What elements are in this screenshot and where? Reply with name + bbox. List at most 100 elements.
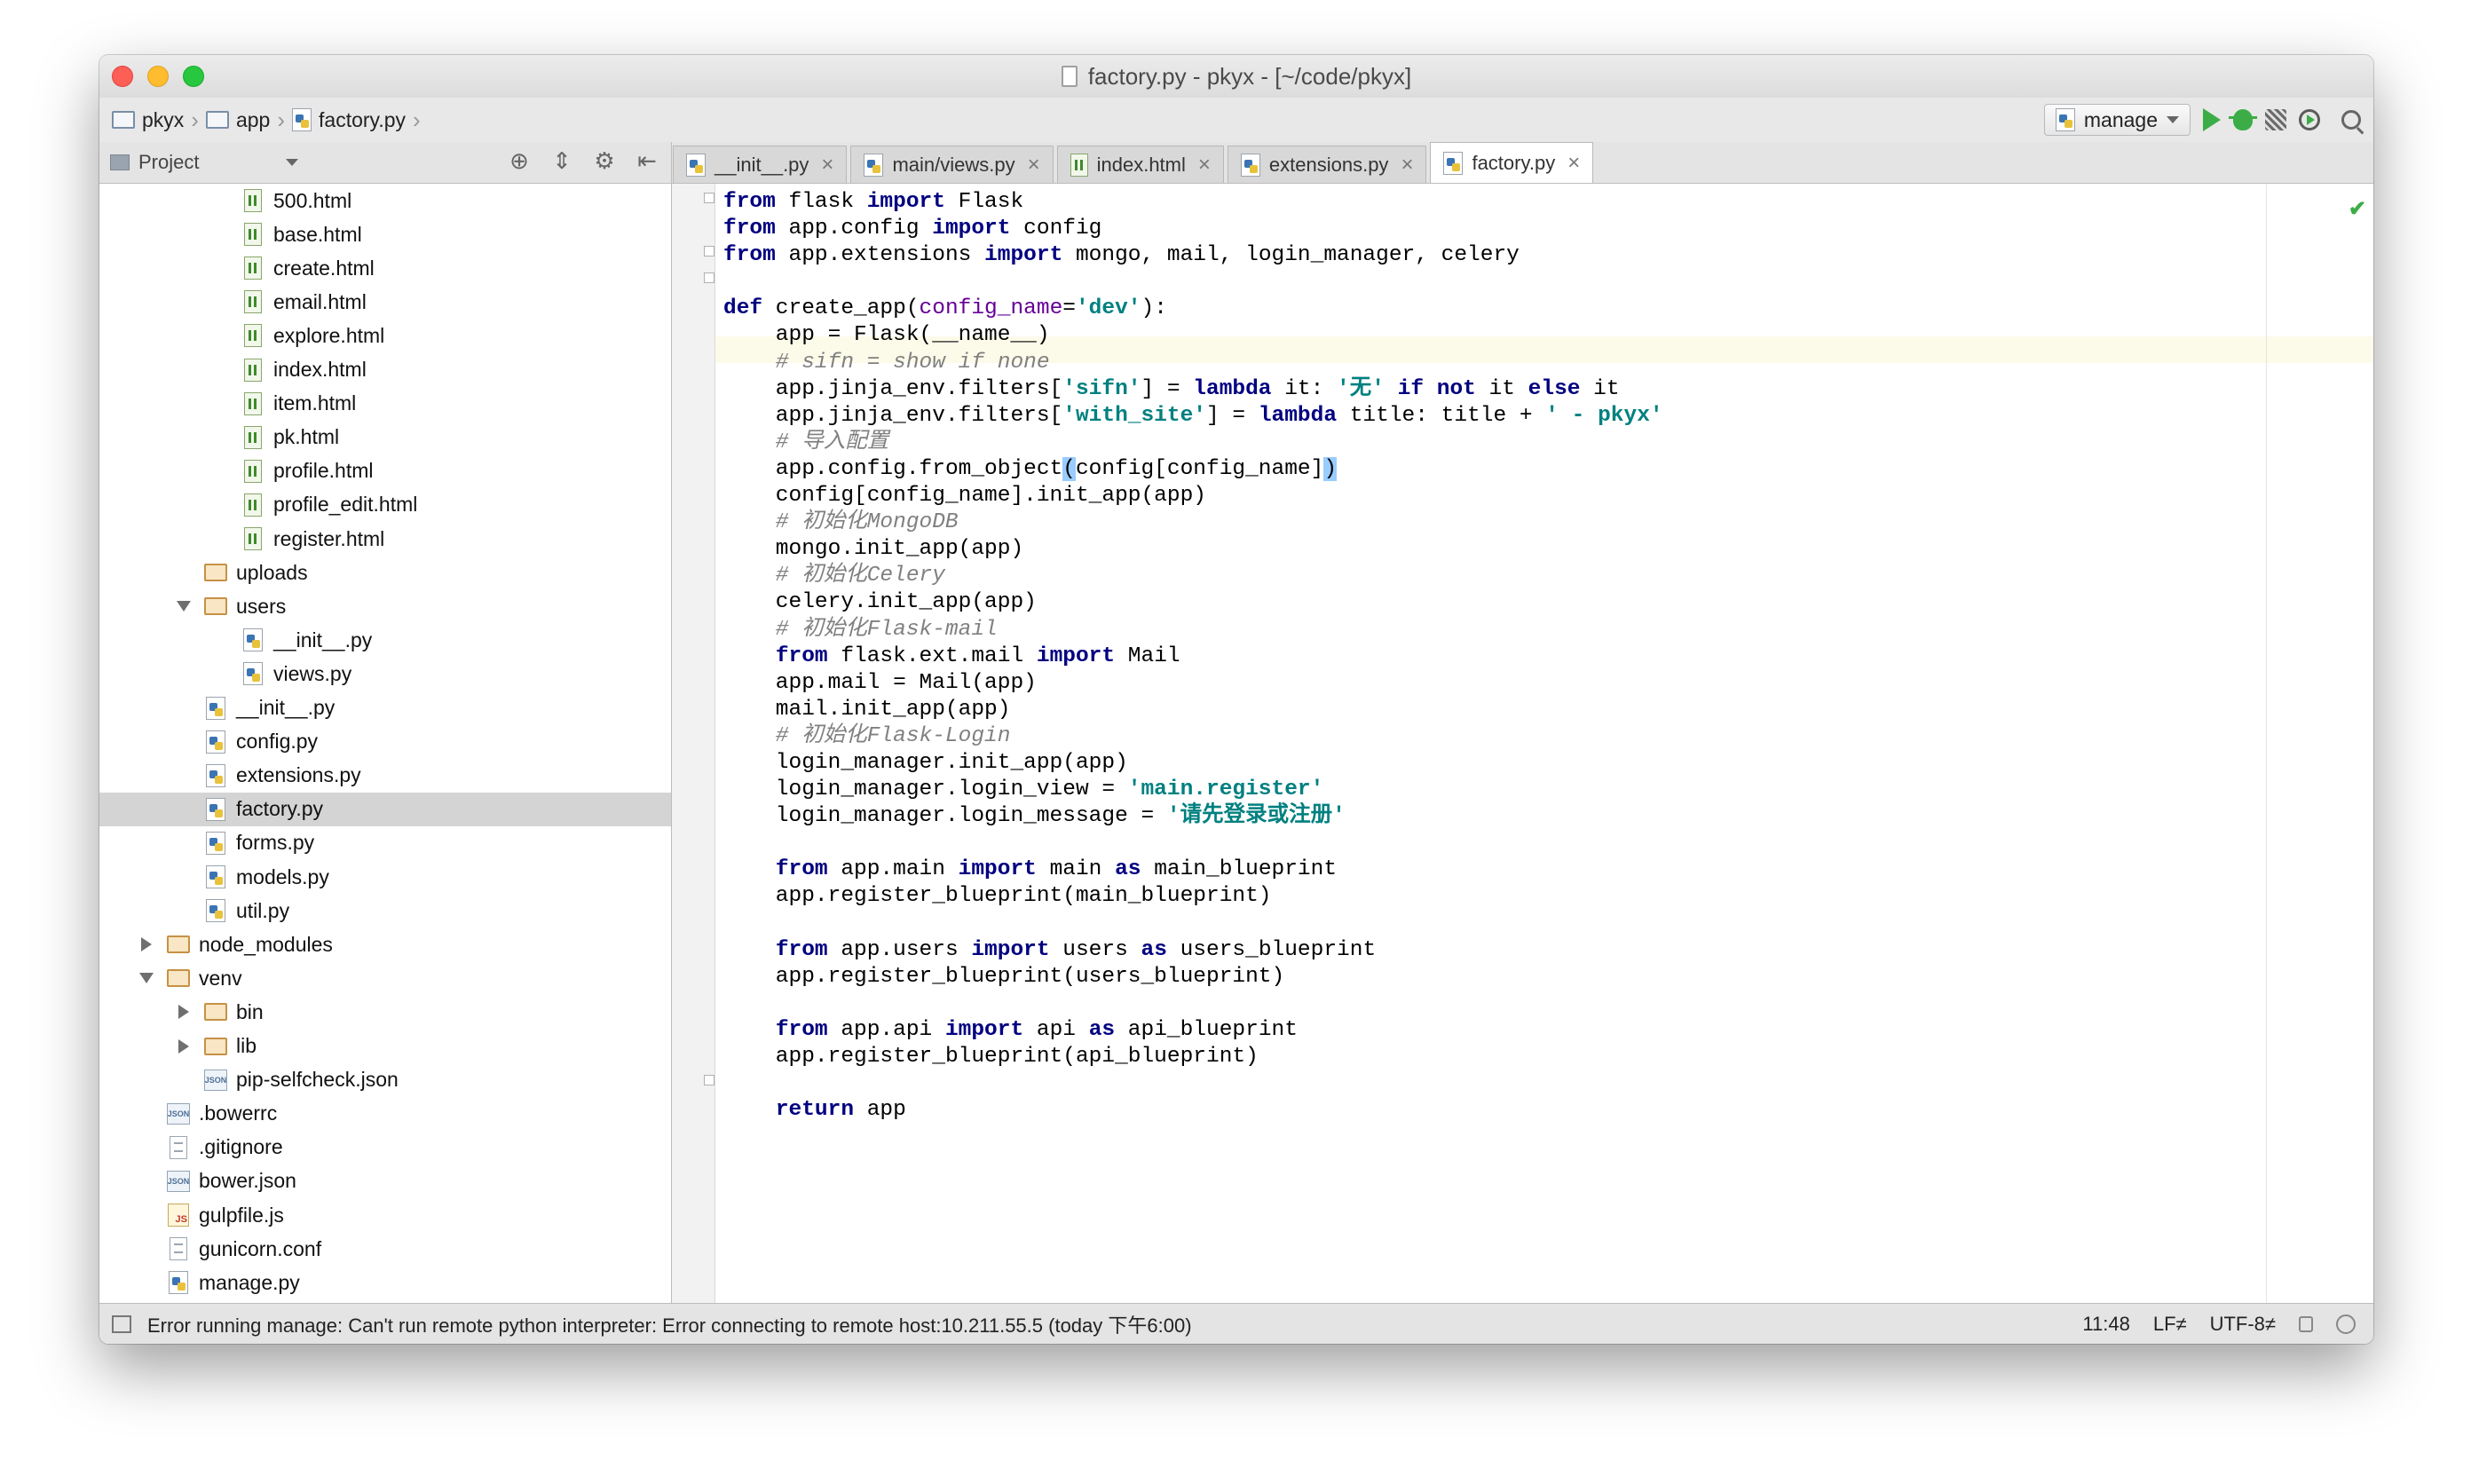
project-view-select[interactable]: Project — [110, 146, 298, 178]
tree-icon-wrap — [165, 1237, 192, 1261]
tree-item[interactable]: manage.py — [99, 1266, 671, 1299]
editor-tab[interactable]: __init__.py × — [673, 146, 848, 183]
code-line: app.config.from_object(config[config_nam… — [723, 456, 1663, 483]
close-window-button[interactable] — [112, 66, 133, 87]
breadcrumb-item[interactable]: factory.py — [292, 108, 406, 132]
fold-marker-icon[interactable] — [704, 272, 714, 283]
tree-item[interactable]: bin — [99, 995, 671, 1029]
python-run-config-icon — [2055, 108, 2075, 131]
zoom-window-button[interactable] — [183, 66, 204, 87]
inspector-icon[interactable] — [2336, 1314, 2356, 1334]
tree-icon-wrap — [202, 564, 229, 582]
expand-arrow-icon[interactable] — [141, 937, 152, 952]
tree-icon-wrap — [240, 527, 266, 550]
close-icon[interactable]: × — [1567, 151, 1580, 176]
run-configuration-select[interactable]: manage — [2043, 104, 2191, 136]
tree-item[interactable]: factory.py — [99, 792, 671, 826]
tree-item-label: node_modules — [199, 932, 333, 956]
scroll-from-source-icon[interactable]: ⊕ — [506, 147, 533, 175]
tree-item[interactable]: __init__.py — [99, 623, 671, 657]
tree-item[interactable]: JS gulpfile.js — [99, 1198, 671, 1232]
editor-tab[interactable]: factory.py × — [1430, 142, 1594, 183]
tree-item[interactable]: forms.py — [99, 826, 671, 860]
tree-item[interactable]: uploads — [99, 556, 671, 589]
tree-item[interactable]: views.py — [99, 657, 671, 691]
fold-marker-icon[interactable] — [704, 1075, 714, 1085]
fold-marker-icon[interactable] — [704, 246, 714, 257]
html-file-icon — [244, 391, 262, 415]
fold-marker-icon[interactable] — [704, 193, 714, 203]
expand-arrow-icon[interactable] — [178, 1038, 189, 1054]
minimize-window-button[interactable] — [147, 66, 169, 87]
code-editor[interactable]: from flask import Flask from app.config i… — [672, 184, 2373, 1304]
hide-panel-icon[interactable]: ⇤ — [634, 147, 660, 175]
tree-icon-wrap — [202, 763, 229, 787]
tree-item[interactable]: gunicorn.conf — [99, 1232, 671, 1266]
chevron-right-icon: › — [413, 106, 421, 133]
title-bar: factory.py - pkyx - [~/code/pkyx] — [99, 55, 2373, 98]
close-icon[interactable]: × — [1028, 153, 1040, 178]
tree-item[interactable]: users — [99, 589, 671, 623]
close-icon[interactable]: × — [821, 153, 833, 178]
code-token: config_name — [919, 296, 1063, 321]
tree-item[interactable]: node_modules — [99, 928, 671, 961]
tree-item[interactable]: item.html — [99, 387, 671, 421]
tree-item[interactable]: JSON pip-selfcheck.json — [99, 1063, 671, 1097]
editor-tab[interactable]: extensions.py × — [1227, 146, 1427, 183]
tree-item[interactable]: pk.html — [99, 421, 671, 454]
tree-item[interactable]: __init__.py — [99, 691, 671, 725]
tree-item[interactable]: JSON .bowerrc — [99, 1097, 671, 1131]
close-icon[interactable]: × — [1401, 153, 1413, 178]
lock-icon[interactable] — [2299, 1315, 2313, 1332]
expand-arrow-icon[interactable] — [178, 1005, 189, 1020]
tree-item[interactable]: explore.html — [99, 319, 671, 352]
tree-item[interactable]: create.html — [99, 251, 671, 285]
code-token: import — [971, 937, 1050, 962]
tree-item[interactable]: JSON bower.json — [99, 1164, 671, 1198]
collapse-arrow-icon[interactable] — [139, 973, 154, 984]
line-separator[interactable]: LF≠ — [2153, 1313, 2187, 1336]
caret-position[interactable]: 11:48 — [2082, 1313, 2129, 1336]
tree-item[interactable]: email.html — [99, 285, 671, 319]
inspection-ok-icon[interactable]: ✔ — [2349, 196, 2366, 222]
status-message[interactable]: Error running manage: Can't run remote p… — [147, 1310, 2082, 1338]
code-content[interactable]: from flask import Flask from app.config i… — [723, 189, 1663, 1124]
breadcrumb-item[interactable]: app — [205, 108, 270, 132]
html-file-icon — [244, 459, 262, 483]
tree-item[interactable]: config.py — [99, 725, 671, 759]
chevron-down-icon — [286, 159, 298, 166]
file-encoding[interactable]: UTF-8≠ — [2210, 1313, 2276, 1336]
tree-item[interactable]: extensions.py — [99, 759, 671, 793]
close-icon[interactable]: × — [1198, 153, 1211, 178]
code-token: return — [775, 1098, 855, 1123]
run-icon[interactable] — [2203, 108, 2221, 131]
tree-item[interactable]: venv — [99, 961, 671, 995]
editor-tab[interactable]: index.html × — [1056, 146, 1224, 183]
tree-item[interactable]: base.html — [99, 217, 671, 251]
tree-item[interactable]: 500.html — [99, 184, 671, 217]
tree-item[interactable]: .gitignore — [99, 1131, 671, 1164]
search-everywhere-icon[interactable] — [2341, 110, 2361, 130]
profile-icon[interactable] — [2299, 109, 2320, 130]
editor-tab[interactable]: main/views.py × — [850, 146, 1054, 183]
gear-icon[interactable]: ⚙ — [591, 147, 618, 175]
breadcrumb-item[interactable]: pkyx — [112, 108, 184, 132]
tree-item[interactable]: lib — [99, 1030, 671, 1063]
tree-item[interactable]: profile.html — [99, 454, 671, 488]
tree-item-label: explore.html — [273, 323, 385, 347]
breadcrumb-label: pkyx — [142, 107, 185, 131]
collapse-arrow-icon[interactable] — [177, 601, 191, 612]
tree-item[interactable]: index.html — [99, 353, 671, 387]
collapse-all-icon[interactable]: ⇕ — [549, 147, 575, 175]
tree-icon-wrap — [202, 899, 229, 923]
tree-item[interactable]: profile_edit.html — [99, 488, 671, 522]
tree-item[interactable]: register.html — [99, 522, 671, 556]
tree-item[interactable]: util.py — [99, 894, 671, 928]
code-token: api_blueprint — [1115, 1017, 1298, 1042]
coverage-icon[interactable] — [2265, 109, 2286, 130]
tree-item[interactable]: models.py — [99, 860, 671, 894]
code-line: from flask import Flask — [723, 189, 1663, 216]
debug-icon[interactable] — [2229, 109, 2257, 130]
toggle-tool-windows-icon[interactable] — [112, 1314, 131, 1333]
code-line: login_manager.login_message = '请先登录或注册' — [723, 803, 1663, 830]
